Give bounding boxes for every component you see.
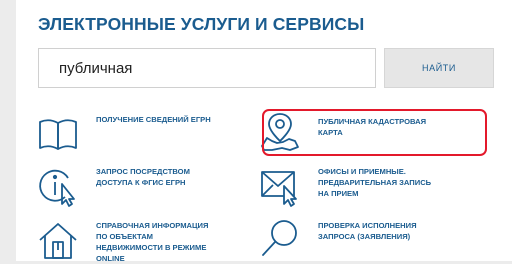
- service-request-status[interactable]: ПРОВЕРКА ИСПОЛНЕНИЯ ЗАПРОСА (ЗАЯВЛЕНИЯ): [260, 218, 485, 258]
- service-offices[interactable]: ОФИСЫ И ПРИЕМНЫЕ. ПРЕДВАРИТЕЛЬНАЯ ЗАПИСЬ…: [260, 166, 485, 207]
- search-input[interactable]: [38, 48, 376, 88]
- service-fgis-request[interactable]: ЗАПРОС ПОСРЕДСТВОМ ДОСТУПА К ФГИС ЕГРН: [38, 166, 238, 207]
- house-icon: [39, 223, 77, 259]
- service-label: СПРАВОЧНАЯ ИНФОРМАЦИЯ ПО ОБЪЕКТАМ НЕДВИЖ…: [96, 221, 209, 263]
- service-egrn-info[interactable]: ПОЛУЧЕНИЕ СВЕДЕНИЙ ЕГРН: [38, 114, 238, 154]
- service-reference-info[interactable]: СПРАВОЧНАЯ ИНФОРМАЦИЯ ПО ОБЪЕКТАМ НЕДВИЖ…: [38, 220, 238, 263]
- service-label: ОФИСЫ И ПРИЕМНЫЕ. ПРЕДВАРИТЕЛЬНАЯ ЗАПИСЬ…: [318, 167, 432, 198]
- services-panel: ЭЛЕКТРОННЫЕ УСЛУГИ И СЕРВИСЫ НАЙТИ ПОЛУЧ…: [16, 0, 512, 263]
- page-title: ЭЛЕКТРОННЫЕ УСЛУГИ И СЕРВИСЫ: [38, 14, 365, 34]
- info-cursor-icon: [39, 169, 75, 207]
- service-label: ПУБЛИЧНАЯ КАДАСТРОВАЯ КАРТА: [318, 117, 427, 137]
- search-button[interactable]: НАЙТИ: [384, 48, 494, 88]
- open-book-icon: [39, 119, 77, 150]
- magnifier-icon: [262, 220, 297, 256]
- service-label: ПОЛУЧЕНИЕ СВЕДЕНИЙ ЕГРН: [96, 115, 211, 124]
- service-label: ЗАПРОС ПОСРЕДСТВОМ ДОСТУПА К ФГИС ЕГРН: [96, 167, 190, 187]
- service-public-cadastral-map[interactable]: ПУБЛИЧНАЯ КАДАСТРОВАЯ КАРТА: [260, 112, 485, 154]
- service-label: ПРОВЕРКА ИСПОЛНЕНИЯ ЗАПРОСА (ЗАЯВЛЕНИЯ): [318, 221, 417, 241]
- envelope-cursor-icon: [261, 171, 297, 207]
- map-pin-icon: [261, 113, 299, 151]
